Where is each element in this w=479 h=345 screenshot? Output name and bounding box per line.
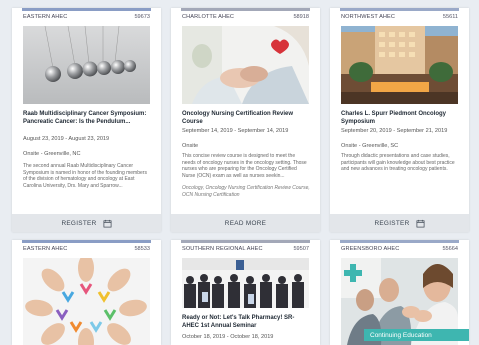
- card-accent-bar: [181, 8, 310, 11]
- nurse-holding-hands-image: [182, 26, 309, 104]
- card-location: Onsite - Greenville, SC: [341, 143, 399, 149]
- card-location: Onsite - Greenville, NC: [23, 151, 81, 157]
- hotel-courtyard-image: [341, 26, 458, 104]
- card-region: GREENSBORO AHEC: [341, 246, 400, 252]
- card-code: 59673: [134, 14, 150, 20]
- course-card[interactable]: GREENSBORO AHEC 55664 Continuing Educati…: [330, 240, 469, 345]
- course-card[interactable]: EASTERN AHEC 58533: [12, 240, 161, 345]
- continuing-education-banner: Continuing Education: [364, 329, 469, 341]
- card-title[interactable]: Charles L. Spurr Piedmont Oncology Sympo…: [341, 111, 459, 127]
- card-region: NORTHWEST AHEC: [341, 14, 396, 20]
- course-card[interactable]: SOUTHERN REGIONAL AHEC 59507 Ready or No…: [171, 240, 320, 345]
- card-code: 55611: [442, 14, 458, 20]
- card-title[interactable]: Raab Multidisciplinary Cancer Symposium:…: [23, 111, 151, 127]
- card-location: Onsite: [182, 143, 199, 149]
- action-label: READ MORE: [224, 219, 267, 227]
- card-code: 58533: [134, 246, 150, 252]
- card-region: SOUTHERN REGIONAL AHEC: [182, 246, 263, 252]
- calendar-add-icon: [103, 219, 111, 227]
- card-region: CHARLOTTE AHEC: [182, 14, 235, 20]
- calendar-add-icon: [416, 219, 424, 227]
- card-code: 55664: [442, 246, 458, 252]
- seminar-audience-image: [182, 258, 309, 308]
- course-card[interactable]: EASTERN AHEC 59673 Raab Multidisciplinar…: [12, 8, 161, 232]
- card-keywords: Oncology, Oncology Nursing Certification…: [182, 185, 310, 198]
- hands-ribbons-image: [23, 258, 150, 345]
- card-code: 59507: [293, 246, 309, 252]
- card-region: EASTERN AHEC: [23, 14, 68, 20]
- newtons-cradle-image: [23, 26, 150, 104]
- course-card[interactable]: NORTHWEST AHEC 55611 Charles L. Spurr Pi…: [330, 8, 469, 232]
- card-accent-bar: [22, 8, 151, 11]
- course-grid: EASTERN AHEC 59673 Raab Multidisciplinar…: [0, 0, 479, 345]
- card-title[interactable]: Oncology Nursing Certification Review Co…: [182, 111, 310, 127]
- card-dates: October 18, 2019 - October 18, 2019: [182, 334, 274, 340]
- card-region: EASTERN AHEC: [23, 246, 68, 252]
- course-card[interactable]: CHARLOTTE AHEC 58918 Oncology Nursing Ce…: [171, 8, 320, 232]
- card-accent-bar: [181, 240, 310, 243]
- action-label: REGISTER: [374, 219, 410, 227]
- card-dates: August 23, 2019 - August 23, 2019: [23, 136, 110, 142]
- card-accent-bar: [340, 8, 459, 11]
- read-more-button[interactable]: READ MORE: [171, 214, 320, 232]
- card-code: 58918: [293, 14, 309, 20]
- card-title[interactable]: Ready or Not: Let's Talk Pharmacy! SR-AH…: [182, 315, 310, 331]
- card-accent-bar: [340, 240, 459, 243]
- card-description: The second annual Raab Multidisciplinary…: [23, 163, 147, 189]
- action-label: REGISTER: [61, 219, 97, 227]
- card-dates: September 20, 2019 - September 21, 2019: [341, 128, 448, 134]
- card-dates: September 14, 2019 - September 14, 2019: [182, 128, 289, 134]
- card-description: Through didactic presentations and case …: [341, 153, 455, 173]
- card-description: This concise review course is designed t…: [182, 153, 307, 179]
- register-button[interactable]: REGISTER: [330, 214, 469, 232]
- register-button[interactable]: REGISTER: [12, 214, 161, 232]
- card-accent-bar: [22, 240, 151, 243]
